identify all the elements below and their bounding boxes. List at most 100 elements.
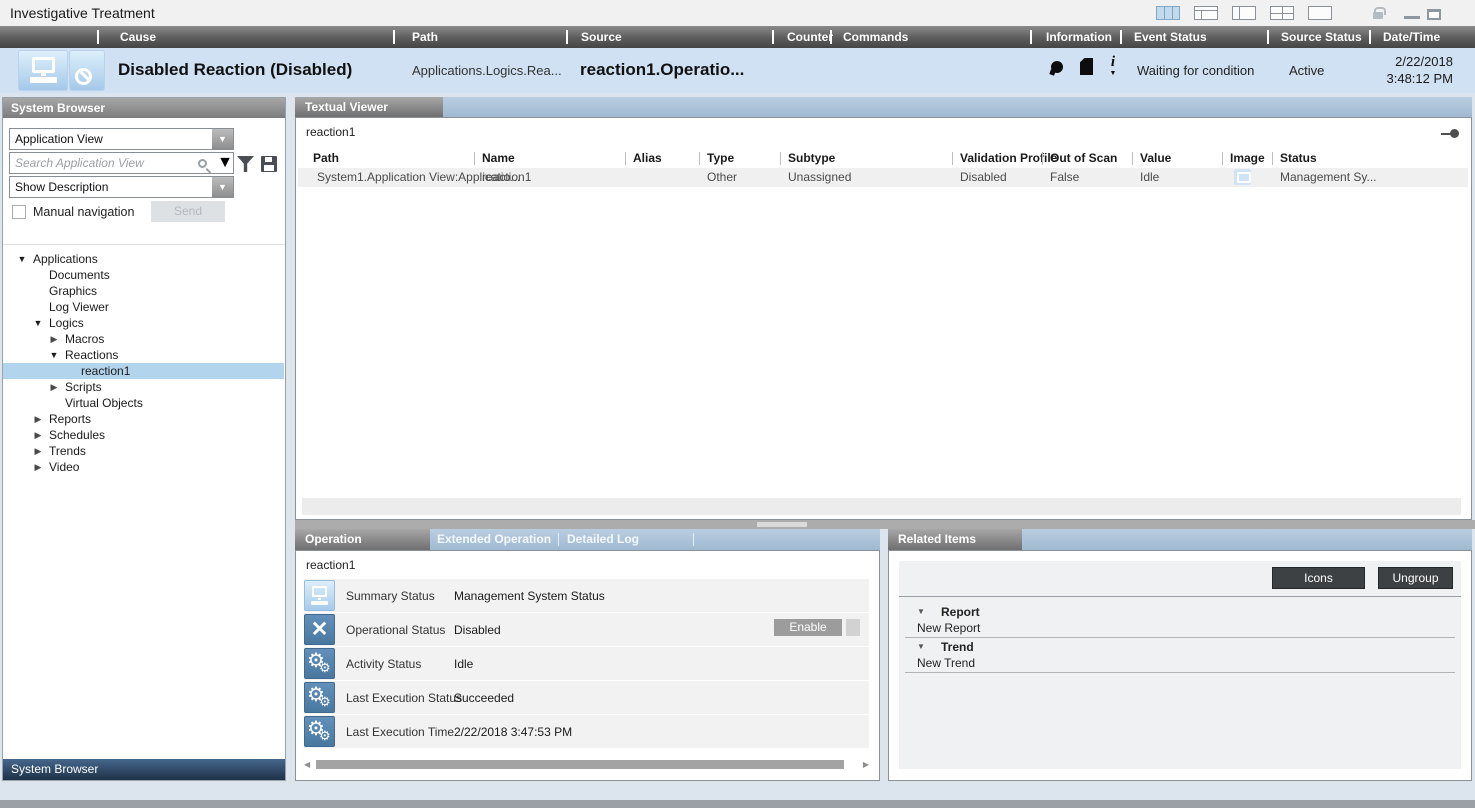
document-icon[interactable] bbox=[1080, 58, 1093, 75]
disabled-badge-icon bbox=[69, 50, 105, 91]
tree-item-macros[interactable]: ▶Macros bbox=[3, 331, 284, 347]
tab-extended-operation[interactable]: Extended Operation bbox=[437, 532, 551, 546]
lock-icon[interactable] bbox=[1373, 12, 1383, 19]
search-input[interactable] bbox=[10, 156, 198, 170]
related-group-report[interactable]: ▼ Report bbox=[899, 603, 1461, 621]
related-items-tabstrip: Related Items bbox=[888, 529, 1472, 550]
info-dropdown[interactable]: i ▼ bbox=[1106, 54, 1120, 78]
table-column-out-of-scan[interactable]: Out of Scan bbox=[1050, 151, 1117, 165]
column-header-event-status[interactable]: Event Status bbox=[1134, 30, 1207, 44]
balloon-icon[interactable] bbox=[1051, 61, 1063, 73]
table-column-type[interactable]: Type bbox=[707, 151, 734, 165]
related-items-toolbar: Icons Ungroup bbox=[899, 561, 1461, 597]
table-column-path[interactable]: Path bbox=[313, 151, 339, 165]
expanded-arrow-icon[interactable]: ▼ bbox=[917, 642, 925, 651]
tree-item-scripts[interactable]: ▶ Scripts bbox=[3, 379, 284, 395]
layout-top-left-icon[interactable] bbox=[1194, 6, 1218, 20]
horizontal-scrollbar[interactable]: ◀ ▶ bbox=[304, 759, 869, 770]
table-column-subtype[interactable]: Subtype bbox=[788, 151, 835, 165]
scroll-left-icon[interactable]: ◀ bbox=[304, 761, 310, 769]
related-item-new-report[interactable]: New Report bbox=[905, 621, 1455, 638]
collapsed-arrow-icon[interactable]: ▶ bbox=[47, 381, 61, 393]
tree-item-virtual-objects[interactable]: Virtual Objects bbox=[3, 395, 284, 411]
send-button[interactable]: Send bbox=[151, 201, 225, 222]
table-row[interactable]: System1.Application View:Applicatio...re… bbox=[298, 168, 1468, 187]
expanded-arrow-icon[interactable]: ▼ bbox=[15, 253, 29, 265]
scrollbar-thumb[interactable] bbox=[316, 760, 844, 769]
tree-item-reports[interactable]: ▶Reports bbox=[3, 411, 284, 427]
tree-item-reaction1[interactable]: reaction1 bbox=[3, 363, 284, 379]
related-group-trend[interactable]: ▼Trend bbox=[899, 638, 1461, 656]
layout-single-pane-icon[interactable] bbox=[1308, 6, 1332, 20]
column-header-cause[interactable]: Cause bbox=[120, 30, 156, 44]
tab-operation[interactable]: Operation bbox=[295, 529, 430, 550]
chevron-down-icon[interactable]: ▼ bbox=[217, 154, 233, 172]
tab-related-items[interactable]: Related Items bbox=[888, 529, 1022, 550]
collapsed-arrow-icon[interactable]: ▶ bbox=[31, 445, 45, 457]
column-header-counter[interactable]: Counter bbox=[787, 30, 833, 44]
collapsed-arrow-icon[interactable]: ▶ bbox=[31, 461, 45, 473]
window-bottom-edge bbox=[0, 800, 1475, 808]
tree-item-graphics[interactable]: Graphics bbox=[3, 283, 284, 299]
minimize-button[interactable] bbox=[1404, 16, 1420, 19]
tree-item-reactions[interactable]: ▼Reactions bbox=[3, 347, 284, 363]
chevron-down-icon[interactable]: ▼ bbox=[212, 129, 233, 149]
column-header-path[interactable]: Path bbox=[412, 30, 438, 44]
tree-item-video[interactable]: ▶Video bbox=[3, 459, 284, 475]
system-browser-footer-tab[interactable]: System Browser bbox=[3, 759, 285, 780]
table-column-image[interactable]: Image bbox=[1230, 151, 1265, 165]
tree-item-documents[interactable]: Documents bbox=[3, 267, 284, 283]
operation-row-value: Idle bbox=[454, 657, 473, 671]
collapsed-arrow-icon[interactable]: ▶ bbox=[31, 413, 45, 425]
tree-item-log-viewer[interactable]: Log Viewer bbox=[3, 299, 284, 315]
tree-item-trends[interactable]: ▶Trends bbox=[3, 443, 284, 459]
layout-three-pane-icon[interactable] bbox=[1156, 6, 1180, 20]
expanded-arrow-icon[interactable]: ▼ bbox=[917, 607, 925, 616]
tab-textual-viewer[interactable]: Textual Viewer bbox=[295, 97, 443, 117]
view-selector-value: Application View bbox=[10, 132, 212, 146]
column-header-information[interactable]: Information bbox=[1046, 30, 1112, 44]
icons-button[interactable]: Icons bbox=[1272, 567, 1365, 589]
tree-item-label: Scripts bbox=[65, 380, 102, 394]
tab-detailed-log[interactable]: Detailed Log bbox=[567, 532, 639, 546]
table-column-name[interactable]: Name bbox=[482, 151, 515, 165]
table-column-status[interactable]: Status bbox=[1280, 151, 1317, 165]
scroll-right-icon[interactable]: ▶ bbox=[863, 761, 869, 769]
source-status: Active bbox=[1289, 63, 1324, 78]
expanded-arrow-icon[interactable]: ▼ bbox=[31, 317, 45, 329]
filter-icon[interactable] bbox=[237, 156, 254, 172]
enable-button[interactable]: Enable bbox=[774, 619, 842, 636]
column-header-date-time[interactable]: Date/Time bbox=[1383, 30, 1440, 44]
layout-quad-icon[interactable] bbox=[1270, 6, 1294, 20]
event-source-icon[interactable] bbox=[18, 50, 105, 91]
view-selector[interactable]: Application View ▼ bbox=[9, 128, 234, 150]
horizontal-scrollbar[interactable] bbox=[302, 498, 1461, 515]
horizontal-splitter[interactable] bbox=[295, 520, 1475, 529]
operation-row-value: Succeeded bbox=[454, 691, 514, 705]
tree-item-applications[interactable]: ▼Applications bbox=[3, 251, 284, 267]
expanded-arrow-icon[interactable]: ▼ bbox=[47, 349, 61, 361]
manual-navigation-checkbox[interactable] bbox=[12, 205, 26, 219]
layout-left-pane-icon[interactable] bbox=[1232, 6, 1256, 20]
search-box[interactable]: ▼ bbox=[9, 152, 234, 174]
collapsed-arrow-icon[interactable]: ▶ bbox=[31, 429, 45, 441]
event-row[interactable]: Disabled Reaction (Disabled) Application… bbox=[0, 48, 1475, 93]
column-header-source-status[interactable]: Source Status bbox=[1281, 30, 1362, 44]
ungroup-button[interactable]: Ungroup bbox=[1378, 567, 1453, 589]
related-group-name: Report bbox=[941, 605, 980, 619]
table-column-value[interactable]: Value bbox=[1140, 151, 1171, 165]
command-extra-button[interactable] bbox=[846, 619, 860, 636]
maximize-button[interactable] bbox=[1427, 9, 1441, 20]
column-header-source[interactable]: Source bbox=[581, 30, 622, 44]
save-icon[interactable] bbox=[261, 156, 277, 172]
system-browser-header: System Browser bbox=[3, 98, 285, 118]
chevron-down-icon[interactable]: ▼ bbox=[212, 177, 233, 197]
pin-icon[interactable] bbox=[1441, 129, 1459, 138]
related-item-new-trend[interactable]: New Trend bbox=[905, 656, 1455, 673]
column-header-commands[interactable]: Commands bbox=[843, 30, 908, 44]
tree-item-logics[interactable]: ▼Logics bbox=[3, 315, 284, 331]
collapsed-arrow-icon[interactable]: ▶ bbox=[47, 333, 61, 345]
tree-item-schedules[interactable]: ▶Schedules bbox=[3, 427, 284, 443]
table-column-alias[interactable]: Alias bbox=[633, 151, 662, 165]
description-selector[interactable]: Show Description ▼ bbox=[9, 176, 234, 198]
